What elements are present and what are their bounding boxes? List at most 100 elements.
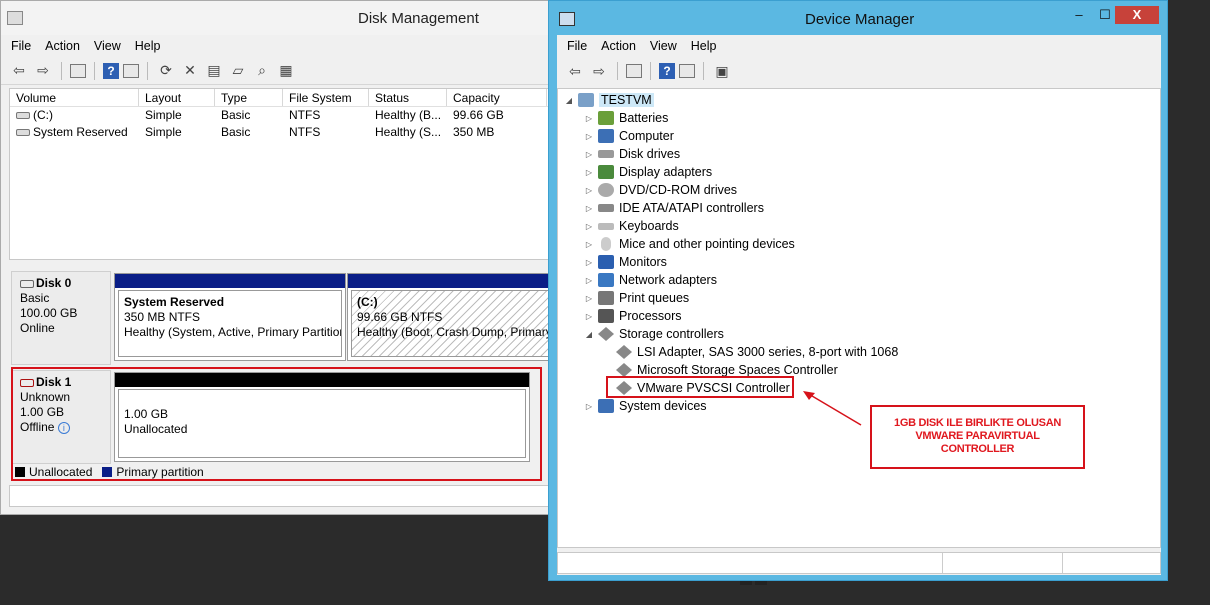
expand-icon[interactable]: ▷: [584, 240, 594, 249]
help-icon[interactable]: ?: [659, 63, 675, 79]
column-layout[interactable]: Layout: [139, 89, 215, 106]
tree-item-ide-controllers[interactable]: ▷ IDE ATA/ATAPI controllers: [584, 199, 764, 217]
minimize-button[interactable]: –: [1067, 6, 1091, 24]
back-arrow-icon[interactable]: ⇦: [565, 61, 585, 81]
partition-c-drive[interactable]: (C:) 99.66 GB NTFS Healthy (Boot, Crash …: [347, 273, 551, 361]
menu-action[interactable]: Action: [601, 39, 636, 53]
disk-management-titlebar[interactable]: Disk Management: [1, 1, 551, 35]
menu-help[interactable]: Help: [135, 39, 161, 53]
close-button[interactable]: X: [1115, 6, 1159, 24]
tree-item-label: Display adapters: [619, 165, 713, 179]
volume-row[interactable]: (C:) Simple Basic NTFS Healthy (B... 99.…: [10, 107, 551, 124]
expand-icon[interactable]: ▷: [584, 150, 594, 159]
annotation-line: CONTROLLER: [940, 443, 1015, 455]
disk-1-highlight: [11, 367, 542, 481]
expand-icon[interactable]: ▷: [584, 276, 594, 285]
status-cell: Healthy (B...: [375, 108, 442, 122]
tree-item-monitors[interactable]: ▷ Monitors: [584, 253, 667, 271]
computer-icon: [598, 129, 614, 143]
status-bar-divider: [1062, 553, 1063, 573]
tree-item-label: Mice and other pointing devices: [619, 237, 795, 251]
menu-view[interactable]: View: [94, 39, 121, 53]
menu-action[interactable]: Action: [45, 39, 80, 53]
disk-drive-icon: [598, 150, 614, 158]
tree-item-label: Computer: [619, 129, 674, 143]
device-manager-app-icon: [559, 12, 575, 26]
delete-icon[interactable]: ✕: [180, 61, 200, 81]
expand-icon[interactable]: ▷: [584, 312, 594, 321]
column-type[interactable]: Type: [215, 89, 283, 106]
refresh-icon[interactable]: ⟳: [156, 61, 176, 81]
tree-item-network-adapters[interactable]: ▷ Network adapters: [584, 271, 717, 289]
expand-icon[interactable]: ▷: [584, 222, 594, 231]
expand-icon[interactable]: ▷: [584, 402, 594, 411]
column-file-system[interactable]: File System: [283, 89, 369, 106]
scan-hardware-icon[interactable]: ▣: [712, 61, 732, 81]
expand-icon[interactable]: ▷: [584, 204, 594, 213]
properties-icon[interactable]: ▤: [204, 61, 224, 81]
column-capacity[interactable]: Capacity: [447, 89, 547, 106]
expand-icon[interactable]: ▷: [584, 168, 594, 177]
primary-partition-bar: [115, 274, 345, 288]
tree-item-lsi-adapter[interactable]: LSI Adapter, SAS 3000 series, 8-port wit…: [616, 343, 898, 361]
tree-root[interactable]: ◢ TESTVM: [564, 91, 654, 109]
menu-file[interactable]: File: [11, 39, 31, 53]
ide-controller-icon: [598, 204, 614, 212]
expand-icon[interactable]: ▷: [584, 114, 594, 123]
open-folder-icon[interactable]: ▱: [228, 61, 248, 81]
tree-item-batteries[interactable]: ▷ Batteries: [584, 109, 668, 127]
forward-arrow-icon[interactable]: ⇨: [589, 61, 609, 81]
back-arrow-icon[interactable]: ⇦: [9, 61, 29, 81]
expand-icon[interactable]: ▷: [584, 258, 594, 267]
column-status[interactable]: Status: [369, 89, 447, 106]
help-icon[interactable]: ?: [103, 62, 119, 79]
layout-cell: Simple: [145, 108, 182, 122]
menu-view[interactable]: View: [650, 39, 677, 53]
tree-item-display-adapters[interactable]: ▷ Display adapters: [584, 163, 712, 181]
search-icon[interactable]: ⌕: [252, 61, 272, 81]
type-cell: Basic: [221, 125, 251, 139]
menu-help[interactable]: Help: [691, 39, 717, 53]
show-hide-console-tree-icon[interactable]: [626, 64, 642, 78]
collapse-icon[interactable]: ◢: [584, 330, 594, 339]
partition-details: (C:) 99.66 GB NTFS Healthy (Boot, Crash …: [351, 290, 549, 357]
volume-row[interactable]: System Reserved Simple Basic NTFS Health…: [10, 124, 551, 141]
tree-item-processors[interactable]: ▷ Processors: [584, 307, 682, 325]
tree-item-system-devices[interactable]: ▷ System devices: [584, 397, 707, 415]
disk-settings-icon[interactable]: ▦: [276, 61, 296, 81]
toolbar-separator: [703, 62, 704, 80]
volume-name: (C:): [33, 108, 53, 122]
maximize-button[interactable]: ☐: [1093, 6, 1117, 24]
disk-0-name: Disk 0: [36, 276, 72, 290]
tree-item-keyboards[interactable]: ▷ Keyboards: [584, 217, 679, 235]
tree-item-disk-drives[interactable]: ▷ Disk drives: [584, 145, 680, 163]
status-bar-divider: [942, 553, 943, 573]
tree-item-computer[interactable]: ▷ Computer: [584, 127, 674, 145]
tree-item-label: Batteries: [619, 111, 669, 125]
toolbar-separator: [617, 62, 618, 80]
forward-arrow-icon[interactable]: ⇨: [33, 61, 53, 81]
menu-file[interactable]: File: [567, 39, 587, 53]
tree-item-dvd-drives[interactable]: ▷ DVD/CD-ROM drives: [584, 181, 737, 199]
disk-0-state: Online: [20, 321, 55, 335]
expand-icon[interactable]: ▷: [584, 186, 594, 195]
disk-management-window: Disk Management File Action View Help ⇦ …: [0, 0, 552, 515]
partition-system-reserved[interactable]: System Reserved 350 MB NTFS Healthy (Sys…: [114, 273, 346, 361]
root-label: TESTVM: [599, 93, 654, 107]
show-hide-console-tree-icon[interactable]: [70, 63, 86, 78]
collapse-icon[interactable]: ◢: [564, 96, 574, 105]
tree-item-mice[interactable]: ▷ Mice and other pointing devices: [584, 235, 795, 253]
properties-panel-icon[interactable]: [679, 64, 695, 78]
status-bar: [9, 485, 551, 507]
disk-0-info[interactable]: Disk 0 Basic 100.00 GB Online: [11, 271, 111, 365]
disk-0-kind: Basic: [20, 291, 50, 305]
device-manager-titlebar[interactable]: Device Manager – ☐ X: [549, 1, 1167, 35]
column-volume[interactable]: Volume: [10, 89, 139, 106]
properties-panel-icon[interactable]: [123, 63, 139, 78]
tree-item-print-queues[interactable]: ▷ Print queues: [584, 289, 689, 307]
volume-list-header: Volume Layout Type File System Status Ca…: [10, 89, 551, 107]
expand-icon[interactable]: ▷: [584, 294, 594, 303]
tree-item-storage-controllers[interactable]: ◢ Storage controllers: [584, 325, 724, 343]
expand-icon[interactable]: ▷: [584, 132, 594, 141]
disk-management-app-icon: [7, 11, 23, 25]
